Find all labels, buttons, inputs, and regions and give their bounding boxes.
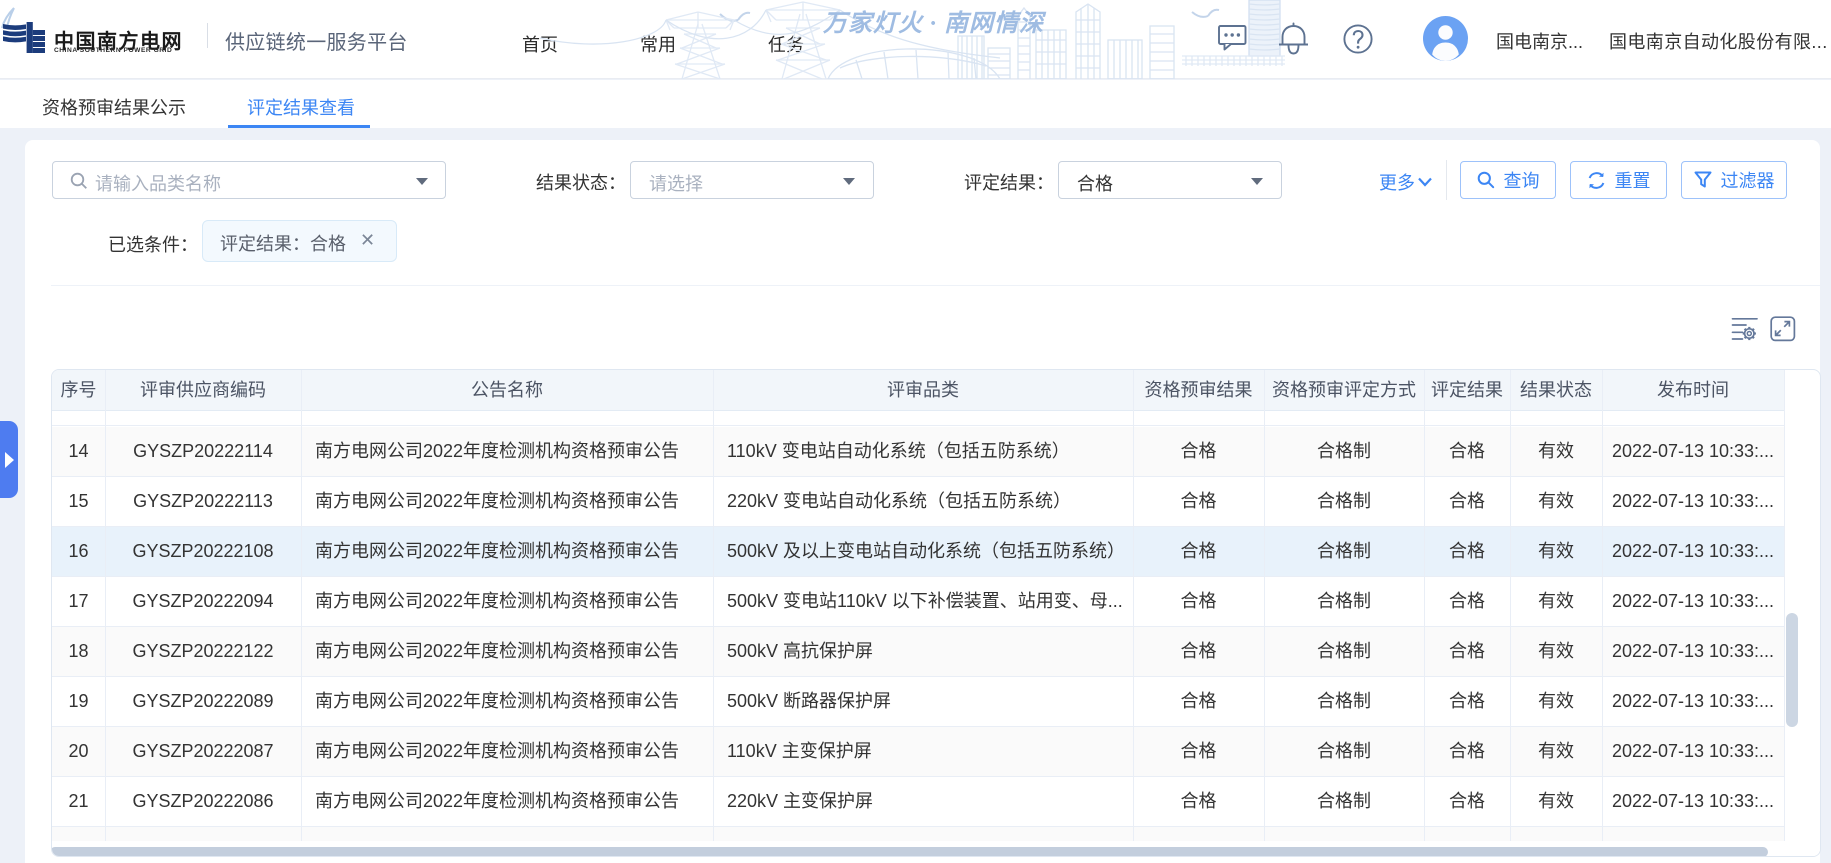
svg-text:万家灯火 · 南网情深: 万家灯火 · 南网情深 [822, 10, 1047, 37]
